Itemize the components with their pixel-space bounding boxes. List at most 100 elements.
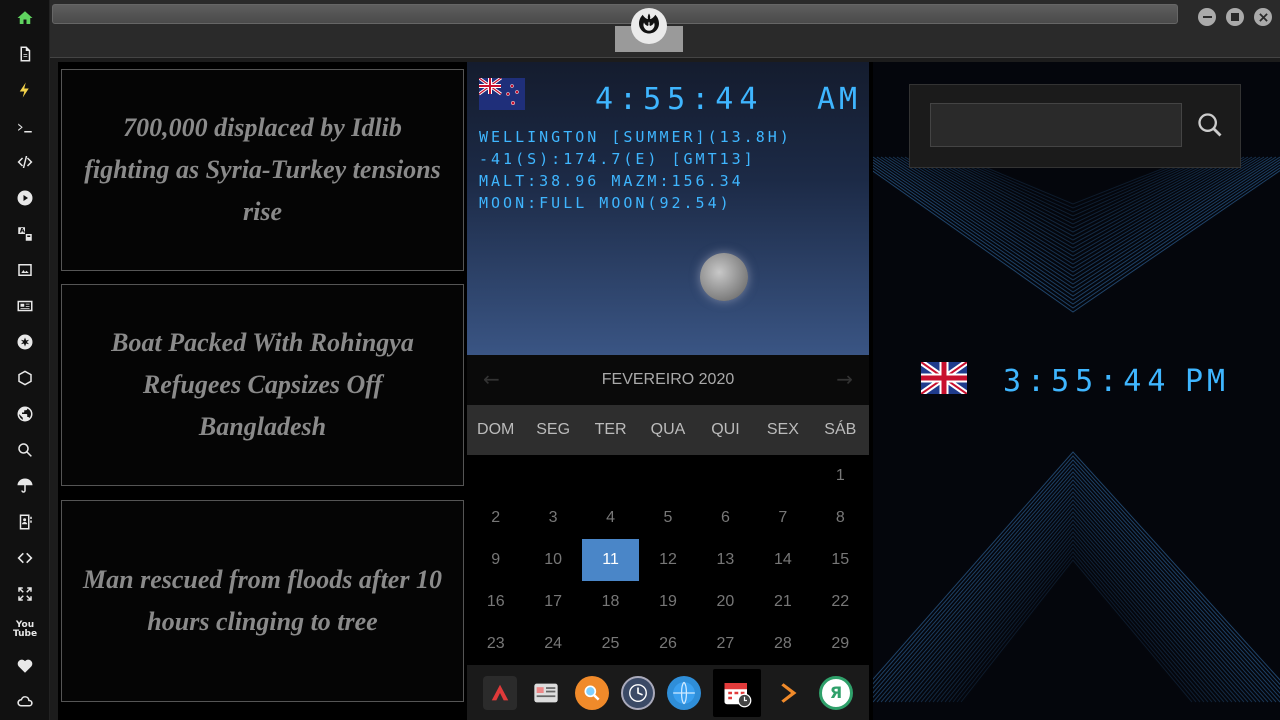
calendar-day[interactable]: 24	[524, 623, 581, 665]
nz-info-line: -41(S):174.7(E) [GMT13]	[479, 150, 756, 168]
calendar-day[interactable]: 23	[467, 623, 524, 665]
calendar-day[interactable]: 29	[812, 623, 869, 665]
new-zealand-flag-icon	[479, 78, 525, 110]
calendar-day[interactable]: 10	[524, 539, 581, 581]
background-line	[876, 475, 1277, 703]
rebel-icon[interactable]	[13, 330, 37, 354]
expand-icon[interactable]	[13, 582, 37, 606]
calendar-day[interactable]: 5	[639, 497, 696, 539]
maximize-button[interactable]	[1226, 8, 1244, 26]
calendar-day[interactable]: 7	[754, 497, 811, 539]
translate-icon[interactable]	[13, 222, 37, 246]
code-icon[interactable]	[13, 150, 37, 174]
contacts-icon[interactable]	[13, 510, 37, 534]
nz-info-line: MOON:FULL MOON(92.54)	[479, 194, 732, 212]
calendar-day[interactable]: 9	[467, 539, 524, 581]
top-bar	[50, 0, 1280, 58]
calendar-day[interactable]: 25	[582, 623, 639, 665]
hexagon-icon[interactable]	[13, 366, 37, 390]
close-button[interactable]	[1254, 8, 1272, 26]
calendar-day[interactable]: 28	[754, 623, 811, 665]
forward-arrow-icon[interactable]	[773, 676, 807, 710]
search-app-icon[interactable]	[575, 675, 609, 710]
background-line	[908, 507, 1245, 703]
app-launcher-icon[interactable]	[483, 675, 517, 710]
calendar-day[interactable]: 19	[639, 581, 696, 623]
previous-month-button[interactable]: ←	[483, 367, 500, 391]
next-month-button[interactable]: →	[836, 367, 853, 391]
calendar-day[interactable]: 16	[467, 581, 524, 623]
calendar-grid: 1 2 3 4 5 6 7 8 9 10 11 12 13 14 15 16 17 18 19 20 21 22 23 24 2…	[467, 455, 869, 665]
moon-image	[700, 253, 748, 301]
news-column: 700,000 displaced by Idlib fighting as S…	[58, 62, 467, 720]
calendar-day[interactable]: 3	[524, 497, 581, 539]
search-button[interactable]	[1190, 105, 1230, 145]
background-line	[873, 161, 1280, 301]
newspaper-icon[interactable]	[13, 294, 37, 318]
umbrella-icon[interactable]	[13, 474, 37, 498]
weekday-label: SEX	[766, 421, 799, 438]
uk-ampm: PM	[1185, 364, 1230, 399]
browser-globe-icon[interactable]	[667, 675, 701, 710]
calendar-empty-cell	[524, 455, 581, 497]
uk-clock-panel: 3:55:44 PM	[873, 62, 1280, 720]
address-bar[interactable]	[52, 4, 1178, 24]
calendar-day[interactable]: 18	[582, 581, 639, 623]
uk-flag-icon	[921, 362, 967, 394]
calendar-day[interactable]: 15	[812, 539, 869, 581]
clock-app-icon[interactable]	[621, 675, 655, 710]
calendar-day[interactable]: 21	[754, 581, 811, 623]
yandex-letter: Я	[829, 683, 843, 702]
nz-info-line: MALT:38.96 MAZM:156.34	[479, 172, 744, 190]
main-area: 700,000 displaced by Idlib fighting as S…	[58, 62, 1280, 720]
search-box	[909, 84, 1241, 168]
calendar-weekdays: DOM SEG TER QUA QUI SEX SÁB	[467, 405, 869, 455]
calendar-day[interactable]: 8	[812, 497, 869, 539]
calendar-day[interactable]: 27	[697, 623, 754, 665]
calendar-empty-cell	[697, 455, 754, 497]
news-headline[interactable]: Boat Packed With Rohingya Refugees Capsi…	[62, 322, 463, 448]
calendar-app-icon[interactable]	[713, 668, 761, 717]
news-card[interactable]: Boat Packed With Rohingya Refugees Capsi…	[61, 284, 464, 486]
search-input[interactable]	[930, 103, 1182, 147]
youtube-icon[interactable]: You Tube	[13, 618, 37, 642]
calendar-day[interactable]: 1	[812, 455, 869, 497]
news-reader-icon[interactable]	[529, 676, 563, 710]
calendar-day[interactable]: 20	[697, 581, 754, 623]
nz-info-line: WELLINGTON [SUMMER](13.8H)	[479, 128, 792, 146]
search-icon[interactable]	[13, 438, 37, 462]
calendar-day[interactable]: 4	[582, 497, 639, 539]
weekday-label: TER	[594, 421, 627, 438]
calendar-day[interactable]: 14	[754, 539, 811, 581]
terminal-icon[interactable]	[13, 116, 37, 140]
home-icon[interactable]	[13, 6, 37, 30]
yandex-icon[interactable]: Я	[819, 675, 853, 710]
image-icon[interactable]	[13, 258, 37, 282]
news-headline[interactable]: Man rescued from floods after 10 hours c…	[62, 559, 463, 643]
calendar-day[interactable]: 2	[467, 497, 524, 539]
calendar-day[interactable]: 26	[639, 623, 696, 665]
news-card[interactable]: Man rescued from floods after 10 hours c…	[61, 500, 464, 702]
calendar-day[interactable]: 17	[524, 581, 581, 623]
calendar-day[interactable]: 13	[697, 539, 754, 581]
weekday-label: QUA	[650, 421, 686, 438]
background-line	[880, 479, 1273, 703]
globe-icon[interactable]	[13, 402, 37, 426]
weekday-label: SEG	[536, 421, 571, 438]
app-dock: Я	[467, 665, 869, 720]
calendar-day[interactable]: 6	[697, 497, 754, 539]
cloud-icon[interactable]	[13, 690, 37, 714]
calendar-day-today[interactable]: 11	[581, 539, 640, 581]
document-icon[interactable]	[13, 42, 37, 66]
play-icon[interactable]	[13, 186, 37, 210]
calendar-day[interactable]: 22	[812, 581, 869, 623]
code-tags-icon[interactable]	[13, 546, 37, 570]
minimize-button[interactable]	[1198, 8, 1216, 26]
calendar-day[interactable]: 12	[639, 539, 696, 581]
uk-time: 3:55:44	[1003, 364, 1172, 399]
news-headline[interactable]: 700,000 displaced by Idlib fighting as S…	[62, 107, 463, 233]
lightning-icon[interactable]	[13, 78, 37, 102]
calendar-empty-cell	[754, 455, 811, 497]
heart-icon[interactable]	[13, 654, 37, 678]
news-card[interactable]: 700,000 displaced by Idlib fighting as S…	[61, 69, 464, 271]
